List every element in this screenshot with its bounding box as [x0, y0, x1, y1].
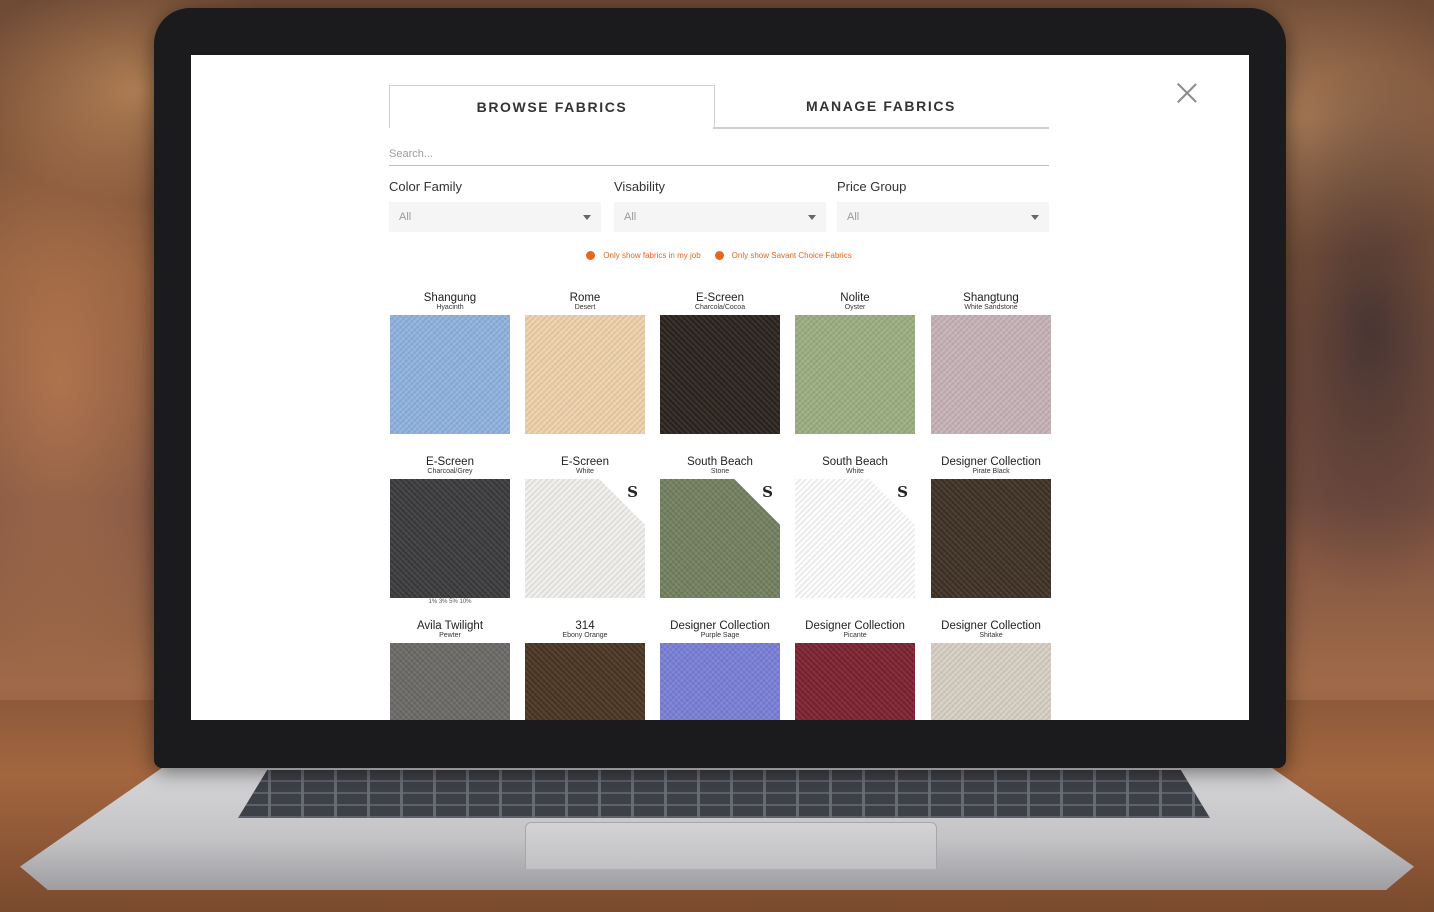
badge-letter: S — [762, 483, 773, 501]
fabric-swatch[interactable] — [390, 643, 510, 720]
fabric-card[interactable]: Shangung Hyacinth — [389, 292, 511, 434]
option-label: Only show fabrics in my job — [603, 251, 701, 260]
fabric-name: Designer Collection — [941, 620, 1041, 632]
fabric-card[interactable]: Designer Collection Shitake — [930, 620, 1052, 720]
filter-label: Color Family — [389, 179, 462, 194]
fabric-name: Designer Collection — [805, 620, 905, 632]
fabric-color-name: Oyster — [844, 304, 866, 311]
fabric-swatch[interactable] — [525, 643, 645, 720]
fabric-swatch[interactable] — [795, 643, 915, 720]
filter-price-group: Price Group All — [837, 179, 1049, 232]
fabric-name: Rome — [569, 292, 601, 304]
search-input[interactable] — [389, 143, 1049, 166]
tab-bar: BROWSE FABRICS MANAGE FABRICS — [389, 85, 1049, 129]
filter-visability: Visability All — [614, 179, 826, 232]
fabric-card[interactable]: Designer Collection Picante — [794, 620, 916, 720]
savant-choice-badge: S — [869, 479, 915, 525]
close-icon[interactable] — [1176, 82, 1198, 104]
select-value: All — [399, 211, 412, 223]
chevron-down-icon — [1031, 214, 1039, 220]
fabric-color-name: Hyacinth — [436, 304, 464, 311]
badge-letter: S — [627, 483, 638, 501]
fabric-swatch[interactable] — [660, 643, 780, 720]
screen: BROWSE FABRICS MANAGE FABRICS Color Fami… — [191, 55, 1249, 720]
fabric-color-name: Pewter — [439, 632, 461, 639]
color-family-select[interactable]: All — [389, 202, 601, 232]
fabric-card[interactable]: E-Screen Charcola/Cocoa — [659, 292, 781, 434]
fabric-name: South Beach — [687, 456, 753, 468]
fabric-card[interactable]: Designer Collection Purple Sage — [659, 620, 781, 720]
fabric-color-name: Charcola/Cocoa — [694, 304, 746, 311]
fabric-swatch[interactable]: S — [795, 479, 915, 598]
fabric-color-name: Shitake — [979, 632, 1003, 639]
option-label: Only show Savant Choice Fabrics — [731, 251, 852, 260]
fabric-swatch[interactable] — [660, 315, 780, 434]
fabric-swatch[interactable]: S — [660, 479, 780, 598]
option-in-job[interactable]: Only show fabrics in my job — [586, 251, 701, 260]
fabric-color-name: Stone — [710, 468, 730, 475]
fabric-name: Shangtung — [963, 292, 1019, 304]
fabric-name: E-Screen — [696, 292, 744, 304]
fabric-swatch[interactable] — [390, 479, 510, 598]
radio-dot-icon[interactable] — [586, 251, 596, 260]
fabric-card[interactable]: Avila Twilight Pewter — [389, 620, 511, 720]
fabric-color-name: White Sandstone — [964, 304, 1018, 311]
fabric-name: Avila Twilight — [416, 620, 484, 632]
option-savant-choice[interactable]: Only show Savant Choice Fabrics — [714, 251, 852, 260]
fabric-card[interactable]: Designer Collection Pirate Black — [930, 456, 1052, 598]
fabric-card[interactable]: E-Screen Charcoal/Grey 1% 3% 5% 10% — [389, 456, 511, 605]
select-value: All — [624, 211, 637, 223]
fabric-swatch[interactable] — [931, 479, 1051, 598]
fabric-swatch[interactable] — [931, 643, 1051, 720]
select-value: All — [847, 211, 860, 223]
radio-dot-icon[interactable] — [714, 251, 724, 260]
fabric-color-name: Pirate Black — [972, 468, 1010, 475]
visability-select[interactable]: All — [614, 202, 826, 232]
tab-manage-fabrics[interactable]: MANAGE FABRICS — [713, 85, 1049, 129]
fabric-card[interactable]: Shangtung White Sandstone — [930, 292, 1052, 434]
fabric-card[interactable]: South Beach Stone S — [659, 456, 781, 598]
fabric-swatch[interactable]: S — [525, 479, 645, 598]
fabric-color-name: Picante — [843, 632, 867, 639]
fabric-card[interactable]: E-Screen White S — [524, 456, 646, 598]
fabric-color-name: Charcoal/Grey — [427, 468, 473, 475]
fabric-name: Designer Collection — [670, 620, 770, 632]
filter-color-family: Color Family All — [389, 179, 601, 232]
fabric-swatch[interactable] — [931, 315, 1051, 434]
fabric-card[interactable]: 314 Ebony Orange — [524, 620, 646, 720]
fabric-swatch[interactable] — [390, 315, 510, 434]
filter-label: Price Group — [837, 179, 907, 194]
filter-label: Visability — [614, 179, 666, 194]
fabric-name: South Beach — [822, 456, 888, 468]
filter-options: Only show fabrics in my job Only show Sa… — [389, 251, 1049, 260]
savant-choice-badge: S — [599, 479, 645, 525]
fabric-name: Designer Collection — [941, 456, 1041, 468]
savant-choice-badge: S — [734, 479, 780, 525]
fabric-swatch[interactable] — [795, 315, 915, 434]
fabric-name: Shangung — [423, 292, 477, 304]
fabric-name: 314 — [575, 620, 595, 632]
chevron-down-icon — [583, 214, 591, 220]
fabric-color-name: White — [576, 468, 594, 475]
fabric-card[interactable]: Rome Desert — [524, 292, 646, 434]
fabric-name: E-Screen — [561, 456, 609, 468]
fabric-card[interactable]: Nolite Oyster — [794, 292, 916, 434]
keyboard-rows — [238, 770, 1210, 818]
fabric-color-name: Ebony Orange — [562, 632, 608, 639]
fabric-name: E-Screen — [426, 456, 474, 468]
badge-letter: S — [897, 483, 908, 501]
fabric-color-name: White — [846, 468, 864, 475]
fabric-swatch[interactable] — [525, 315, 645, 434]
tab-browse-fabrics[interactable]: BROWSE FABRICS — [389, 85, 715, 128]
price-group-select[interactable]: All — [837, 202, 1049, 232]
fabric-color-name: Purple Sage — [700, 632, 740, 639]
trackpad — [525, 822, 937, 869]
fabric-color-name: Desert — [574, 304, 596, 311]
fabric-card[interactable]: South Beach White S — [794, 456, 916, 598]
fabric-name: Nolite — [840, 292, 870, 304]
chevron-down-icon — [808, 214, 816, 220]
openness-percentages: 1% 3% 5% 10% — [428, 599, 472, 605]
